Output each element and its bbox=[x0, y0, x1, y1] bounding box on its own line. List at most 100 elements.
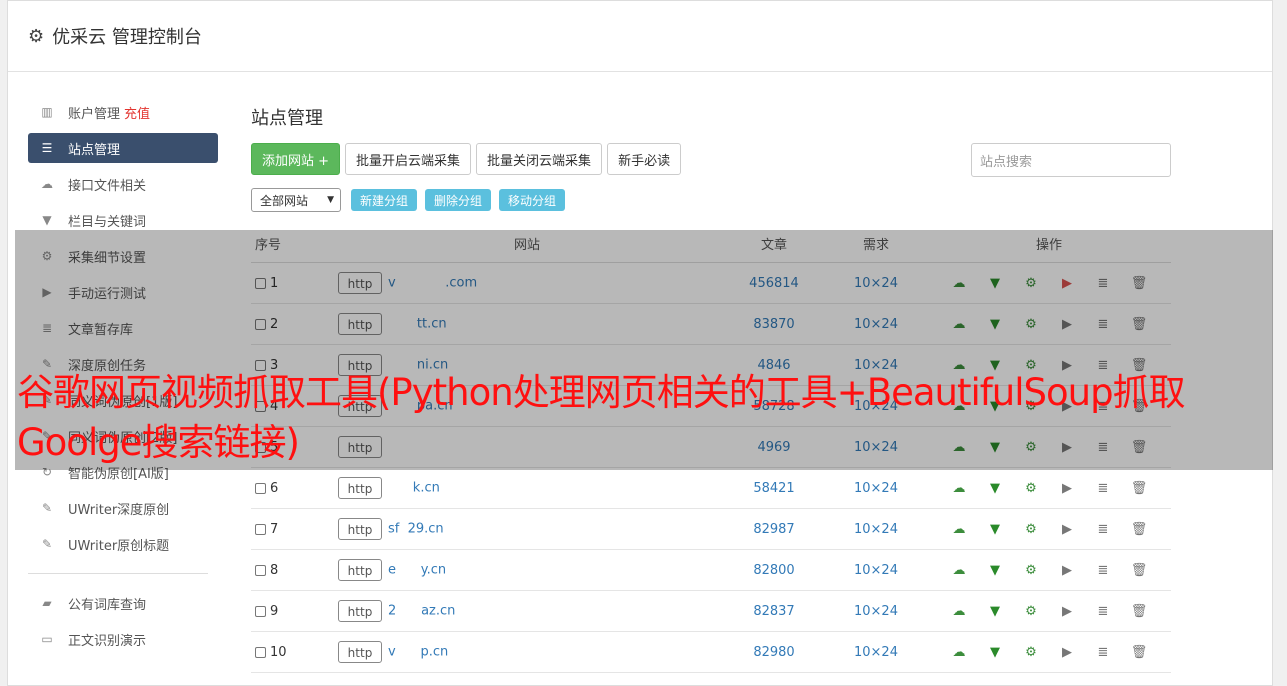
filter-icon[interactable]: ▼ bbox=[986, 645, 1004, 660]
cloud-upload-icon[interactable]: ☁ bbox=[950, 645, 968, 660]
move-group-button[interactable]: 移动分组 bbox=[499, 189, 566, 211]
filter-icon[interactable]: ▼ bbox=[986, 563, 1004, 578]
database-icon[interactable]: ≣ bbox=[1094, 481, 1112, 496]
group-select[interactable]: 全部网站 ▼ bbox=[251, 188, 341, 212]
sidebar-item-label: 账户管理 bbox=[68, 106, 121, 122]
gears-icon[interactable]: ⚙ bbox=[1022, 563, 1040, 578]
protocol-badge[interactable]: http bbox=[338, 518, 382, 540]
table-row: 10 http v p.cn 82980 10×24 ☁ ▼ ⚙ ▶ ≣ 🗑 bbox=[251, 631, 1171, 673]
trash-icon[interactable]: 🗑 bbox=[1130, 645, 1148, 660]
gears-icon[interactable]: ⚙ bbox=[1022, 522, 1040, 537]
row-number-cell: 10 bbox=[251, 631, 331, 673]
batch-open-cloud-button[interactable]: 批量开启云端采集 bbox=[345, 143, 472, 175]
sidebar-item-12[interactable]: ✎ UWriter深度原创 bbox=[28, 493, 218, 523]
article-count[interactable]: 58421 bbox=[723, 467, 825, 509]
site-domain-link[interactable]: sf 29.cn bbox=[388, 522, 444, 537]
cloud-upload-icon[interactable]: ☁ bbox=[950, 522, 968, 537]
sidebar-divider bbox=[28, 573, 208, 574]
play-icon[interactable]: ▶ bbox=[1058, 481, 1076, 496]
cloud-upload-icon: ☁ bbox=[41, 177, 53, 191]
row-checkbox[interactable] bbox=[255, 646, 266, 658]
batch-close-cloud-button[interactable]: 批量关闭云端采集 bbox=[476, 143, 603, 175]
table-row: 8 http e y.cn 82800 10×24 ☁ ▼ ⚙ ▶ ≣ 🗑 bbox=[251, 549, 1171, 591]
trash-icon[interactable]: 🗑 bbox=[1130, 604, 1148, 619]
article-count[interactable]: 82837 bbox=[723, 590, 825, 632]
ops-cell: ☁ ▼ ⚙ ▶ ≣ 🗑 bbox=[927, 631, 1171, 673]
site-domain-link[interactable]: 2 az.cn bbox=[388, 604, 455, 619]
database-icon[interactable]: ≣ bbox=[1094, 563, 1112, 578]
demand-value[interactable]: 10×24 bbox=[825, 590, 927, 632]
sidebar-item-1[interactable]: ▥ 账户管理 充值 bbox=[28, 97, 218, 127]
sidebar-item-bottom-2[interactable]: ▭ 正文识别演示 bbox=[28, 624, 218, 654]
filter-icon[interactable]: ▼ bbox=[986, 604, 1004, 619]
new-group-button[interactable]: 新建分组 bbox=[351, 189, 418, 211]
add-site-button[interactable]: 添加网站 + bbox=[251, 143, 341, 175]
monitor-icon: ▭ bbox=[41, 632, 53, 646]
app-title: 优采云 管理控制台 bbox=[52, 27, 202, 48]
newbie-guide-button[interactable]: 新手必读 bbox=[607, 143, 682, 175]
database-icon[interactable]: ≣ bbox=[1094, 645, 1112, 660]
delete-group-button[interactable]: 删除分组 bbox=[425, 189, 492, 211]
trash-icon[interactable]: 🗑 bbox=[1130, 563, 1148, 578]
sidebar-item-label: UWriter深度原创 bbox=[68, 502, 170, 518]
row-checkbox[interactable] bbox=[255, 564, 266, 576]
sidebar-item-label: 站点管理 bbox=[68, 142, 121, 158]
protocol-badge[interactable]: http bbox=[338, 477, 382, 499]
protocol-badge[interactable]: http bbox=[338, 600, 382, 622]
page-title: 站点管理 bbox=[251, 108, 323, 129]
site-domain-link[interactable]: e y.cn bbox=[388, 563, 446, 578]
row-number-cell: 6 bbox=[251, 467, 331, 509]
site-cell: http e y.cn bbox=[331, 549, 723, 591]
demand-value[interactable]: 10×24 bbox=[825, 549, 927, 591]
article-count[interactable]: 82800 bbox=[723, 549, 825, 591]
database-icon[interactable]: ≣ bbox=[1094, 604, 1112, 619]
play-icon[interactable]: ▶ bbox=[1058, 522, 1076, 537]
row-actions: ☁ ▼ ⚙ ▶ ≣ 🗑 bbox=[928, 522, 1170, 537]
cloud-upload-icon[interactable]: ☁ bbox=[950, 563, 968, 578]
sidebar-item-bottom-1[interactable]: ▰ 公有词库查询 bbox=[28, 588, 218, 618]
table-row: 6 http k.cn 58421 10×24 ☁ ▼ ⚙ ▶ ≣ 🗑 bbox=[251, 467, 1171, 509]
site-domain-link[interactable]: v p.cn bbox=[388, 645, 448, 660]
row-number: 8 bbox=[270, 562, 279, 578]
sidebar-item-2[interactable]: ☰ 站点管理 bbox=[28, 133, 218, 163]
site-cell: http k.cn bbox=[331, 467, 723, 509]
cloud-upload-icon[interactable]: ☁ bbox=[950, 481, 968, 496]
sidebar-item-label: 正文识别演示 bbox=[68, 633, 147, 649]
article-count[interactable]: 82980 bbox=[723, 631, 825, 673]
play-icon[interactable]: ▶ bbox=[1058, 604, 1076, 619]
bar-chart-icon: ▥ bbox=[41, 105, 53, 119]
protocol-badge[interactable]: http bbox=[338, 559, 382, 581]
site-search-input[interactable]: 站点搜索 bbox=[971, 143, 1171, 177]
gears-icon[interactable]: ⚙ bbox=[1022, 481, 1040, 496]
play-icon[interactable]: ▶ bbox=[1058, 563, 1076, 578]
recharge-link[interactable]: 充值 bbox=[124, 103, 150, 122]
gears-icon[interactable]: ⚙ bbox=[1022, 604, 1040, 619]
trash-icon[interactable]: 🗑 bbox=[1130, 481, 1148, 496]
table-row: 7 http sf 29.cn 82987 10×24 ☁ ▼ ⚙ ▶ ≣ 🗑 bbox=[251, 508, 1171, 550]
site-domain-link[interactable]: k.cn bbox=[388, 481, 440, 496]
row-checkbox[interactable] bbox=[255, 605, 266, 617]
row-number-cell: 8 bbox=[251, 549, 331, 591]
sidebar-item-13[interactable]: ✎ UWriter原创标题 bbox=[28, 529, 218, 559]
protocol-badge[interactable]: http bbox=[338, 641, 382, 663]
filter-icon[interactable]: ▼ bbox=[986, 481, 1004, 496]
sidebar-item-label: 公有词库查询 bbox=[68, 597, 147, 613]
demand-value[interactable]: 10×24 bbox=[825, 508, 927, 550]
sidebar-item-3[interactable]: ☁ 接口文件相关 bbox=[28, 169, 218, 199]
database-icon[interactable]: ≣ bbox=[1094, 522, 1112, 537]
row-number: 10 bbox=[270, 644, 287, 660]
row-checkbox[interactable] bbox=[255, 523, 266, 535]
site-cell: http v p.cn bbox=[331, 631, 723, 673]
row-checkbox[interactable] bbox=[255, 482, 266, 494]
play-icon[interactable]: ▶ bbox=[1058, 645, 1076, 660]
ops-cell: ☁ ▼ ⚙ ▶ ≣ 🗑 bbox=[927, 590, 1171, 632]
demand-value[interactable]: 10×24 bbox=[825, 631, 927, 673]
trash-icon[interactable]: 🗑 bbox=[1130, 522, 1148, 537]
cloud-upload-icon[interactable]: ☁ bbox=[950, 604, 968, 619]
ops-cell: ☁ ▼ ⚙ ▶ ≣ 🗑 bbox=[927, 508, 1171, 550]
article-count[interactable]: 82987 bbox=[723, 508, 825, 550]
demand-value[interactable]: 10×24 bbox=[825, 467, 927, 509]
sidebar-item-label: UWriter原创标题 bbox=[68, 538, 170, 554]
filter-icon[interactable]: ▼ bbox=[986, 522, 1004, 537]
gears-icon[interactable]: ⚙ bbox=[1022, 645, 1040, 660]
